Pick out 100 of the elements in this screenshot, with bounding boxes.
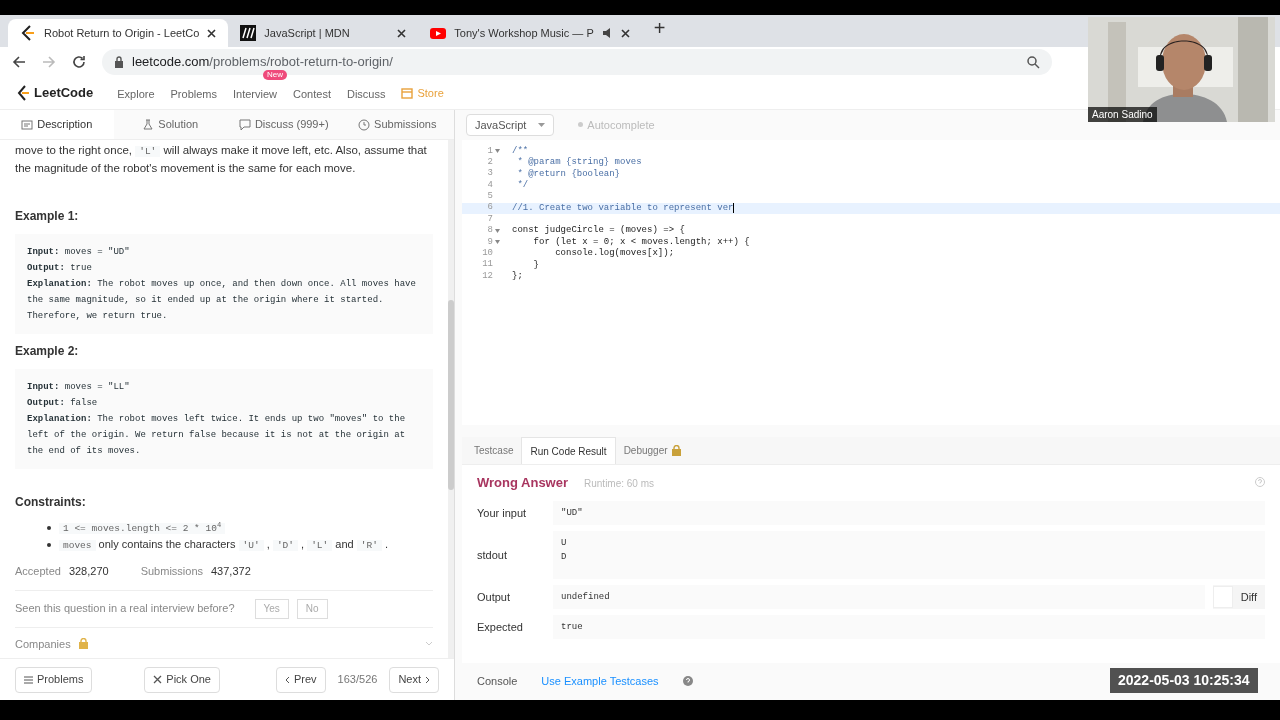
example-heading: Example 2:: [15, 343, 80, 360]
next-button[interactable]: Next: [389, 666, 439, 693]
nav-link[interactable]: Contest: [293, 88, 331, 100]
speaker-icon[interactable]: [601, 28, 613, 38]
stat-label: Accepted: [15, 564, 61, 579]
example-line: Output: true: [27, 262, 93, 275]
line-number: 10: [482, 247, 493, 260]
line-number: 11: [482, 258, 493, 272]
code-text[interactable]: * @param {string} moves: [504, 157, 642, 169]
result-line: D: [561, 550, 568, 564]
example-line: Explanation: The robot moves left twice. It ends up two "moves" to the left of the origin. We return false because it is not at the origin at the end of its moves.: [27, 413, 407, 458]
problems-button[interactable]: Problems: [15, 666, 93, 693]
result-line: "UD": [561, 506, 584, 520]
flask-icon: [142, 118, 155, 131]
chevron-logo-icon[interactable]: [16, 85, 30, 101]
lock-icon: [114, 56, 124, 68]
constraint-text: moves only contains the characters 'U' , 'D' , 'L' and 'R' .: [59, 535, 388, 554]
result-tab[interactable]: Run Code Result: [521, 437, 616, 465]
caret-icon[interactable]: [538, 122, 546, 127]
nav-link[interactable]: Explore: [117, 88, 155, 100]
result-tab[interactable]: Debugger: [615, 437, 689, 465]
panel-tab[interactable]: Discuss (999+): [227, 110, 341, 139]
nav-link[interactable]: Problems: [170, 88, 217, 100]
stat-label: Submissions: [140, 564, 203, 579]
console-button[interactable]: Console: [477, 673, 518, 690]
reload-icon[interactable]: [72, 55, 86, 69]
close-icon[interactable]: [207, 28, 217, 38]
browser-tab[interactable]: Tony's Workshop Music — P: [418, 19, 642, 47]
line-number: 9: [487, 235, 493, 249]
diff-toggle[interactable]: Diff: [1212, 584, 1265, 609]
verdict-text: Wrong Answer: [477, 474, 568, 493]
line-number: 5: [487, 190, 493, 203]
clock-icon: [358, 118, 371, 131]
bullet: [47, 525, 51, 530]
result-line: true: [561, 620, 584, 634]
store-icon: [401, 87, 414, 99]
result-tab[interactable]: Testcase: [466, 437, 522, 465]
new-badge: New: [263, 70, 287, 80]
line-number: 6: [487, 201, 493, 215]
speech-bubble-icon: [238, 118, 251, 131]
example-line: Input: moves = "UD": [27, 246, 131, 259]
lock-icon: [78, 638, 88, 650]
result-label: Expected: [477, 619, 524, 635]
line-number: 12: [482, 269, 493, 283]
nav-link[interactable]: Interview: [233, 88, 278, 100]
menu-icon: [24, 675, 33, 684]
browser-tab[interactable]: Robot Return to Origin - LeetCo: [8, 19, 229, 47]
example-testcases-link[interactable]: Use Example Testcases: [541, 673, 659, 690]
code-text[interactable]: for (let x = 0; x < moves.length; x++) {: [504, 236, 750, 248]
url-text: leetcode.com/problems/robot-return-to-origin/: [132, 53, 393, 72]
panel-tab[interactable]: Solution: [113, 110, 227, 139]
line-number: 1: [487, 144, 493, 158]
stat-value: 437,372: [211, 564, 251, 579]
code-text[interactable]: //1. Create two variable to represent ver: [504, 202, 734, 214]
prev-button[interactable]: Prev: [276, 666, 326, 693]
fold-icon[interactable]: [495, 240, 500, 245]
line-number: 7: [487, 212, 493, 226]
search-icon[interactable]: [1027, 55, 1040, 69]
interview-question: Seen this question in a real interview before?: [15, 601, 235, 617]
code-text[interactable]: console.log(moves[x]);: [504, 248, 675, 260]
chevron-left-icon: [285, 675, 290, 684]
result-line: undefined: [561, 590, 611, 604]
code-text[interactable]: };: [504, 271, 523, 283]
line-number: 3: [487, 167, 493, 181]
code-text[interactable]: */: [504, 179, 529, 191]
chevron-right-icon: [425, 675, 430, 684]
result-label: Your input: [477, 505, 528, 521]
line-number: 4: [487, 178, 493, 192]
code-text[interactable]: /**: [504, 145, 529, 157]
slash-logo-icon: [240, 25, 257, 41]
code-text[interactable]: * @return {boolean}: [504, 168, 621, 180]
pick-one-button[interactable]: Pick One: [144, 666, 220, 693]
document-icon: [21, 118, 34, 131]
example-line: Explanation: The robot moves up once, and then down once. All moves have the same magnitude, so it ended up at the origin where it started. Therefore, we return true.: [27, 278, 417, 323]
line-number: 2: [487, 155, 493, 169]
close-icon[interactable]: [620, 28, 630, 38]
language-select[interactable]: JavaScript: [466, 113, 555, 136]
fold-icon[interactable]: [495, 229, 500, 233]
runtime-text: Runtime: 60 ms: [584, 477, 655, 492]
page-counter: 163/526: [336, 672, 379, 688]
constraints-heading: Constraints:: [15, 494, 87, 511]
example-line: Output: false: [27, 397, 99, 410]
brand-name[interactable]: LeetCode: [34, 83, 94, 103]
description-text: move to the right once, 'L' will always make it move left, etc. Also, assume that the magnitude of the robot's movement is the same for each move.: [15, 143, 428, 176]
text-cursor: [733, 203, 735, 214]
fold-icon[interactable]: [495, 149, 500, 154]
code-text[interactable]: }: [504, 259, 539, 271]
code-text[interactable]: const judgeCircle = (moves) => {: [504, 225, 685, 237]
nav-link[interactable]: Discuss: [346, 88, 386, 100]
back-icon[interactable]: [12, 55, 26, 69]
browser-tab[interactable]: JavaScript | MDN: [228, 19, 419, 47]
close-icon[interactable]: [397, 28, 407, 38]
bullet: [47, 542, 51, 547]
panel-tab[interactable]: Submissions: [340, 110, 454, 139]
companies-label[interactable]: Companies: [15, 635, 71, 652]
help-icon[interactable]: [682, 676, 693, 687]
new-tab-button[interactable]: +: [641, 13, 678, 47]
participant-name: Aaron Sadino: [1088, 107, 1157, 122]
result-label: Output: [477, 589, 512, 605]
line-number: 8: [487, 224, 493, 238]
